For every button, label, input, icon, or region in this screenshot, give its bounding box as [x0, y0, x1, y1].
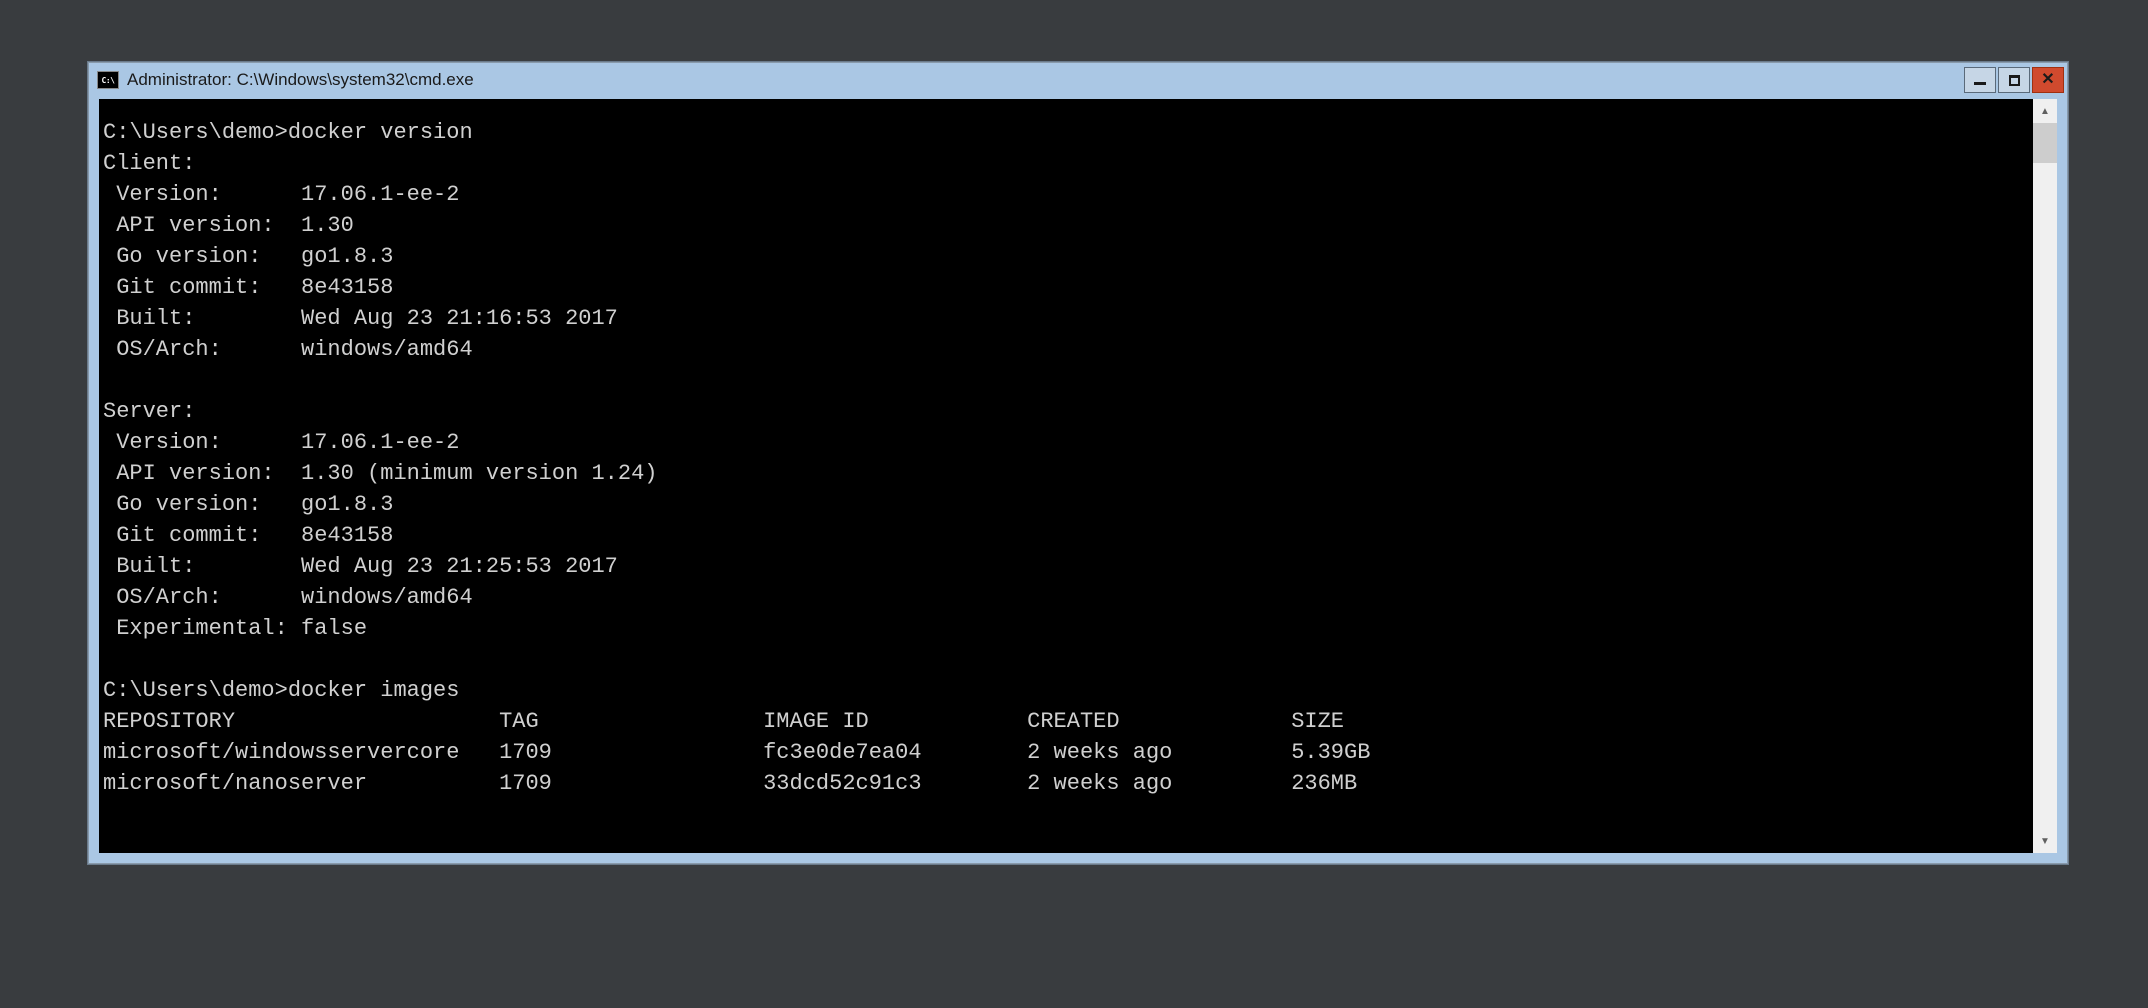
vertical-scrollbar[interactable]: ▲ ▼ — [2033, 99, 2057, 853]
terminal-wrapper: C:\Users\demo>docker version Client: Ver… — [99, 99, 2057, 853]
window-title: Administrator: C:\Windows\system32\cmd.e… — [127, 70, 1964, 90]
scroll-down-button[interactable]: ▼ — [2033, 829, 2057, 853]
minimize-button[interactable] — [1964, 67, 1996, 93]
maximize-icon — [2009, 75, 2020, 86]
scrollbar-thumb[interactable] — [2033, 123, 2057, 163]
cmd-icon: C:\ — [97, 71, 119, 89]
titlebar[interactable]: C:\ Administrator: C:\Windows\system32\c… — [89, 63, 2067, 97]
scroll-up-button[interactable]: ▲ — [2033, 99, 2057, 123]
maximize-button[interactable] — [1998, 67, 2030, 93]
cmd-window: C:\ Administrator: C:\Windows\system32\c… — [88, 62, 2068, 864]
close-button[interactable]: ✕ — [2032, 67, 2064, 93]
scrollbar-track[interactable] — [2033, 123, 2057, 829]
chevron-down-icon: ▼ — [2040, 836, 2050, 847]
chevron-up-icon: ▲ — [2040, 106, 2050, 117]
terminal-output[interactable]: C:\Users\demo>docker version Client: Ver… — [99, 99, 2033, 853]
minimize-icon — [1974, 82, 1986, 85]
window-controls: ✕ — [1964, 67, 2067, 93]
close-icon: ✕ — [2041, 72, 2054, 88]
